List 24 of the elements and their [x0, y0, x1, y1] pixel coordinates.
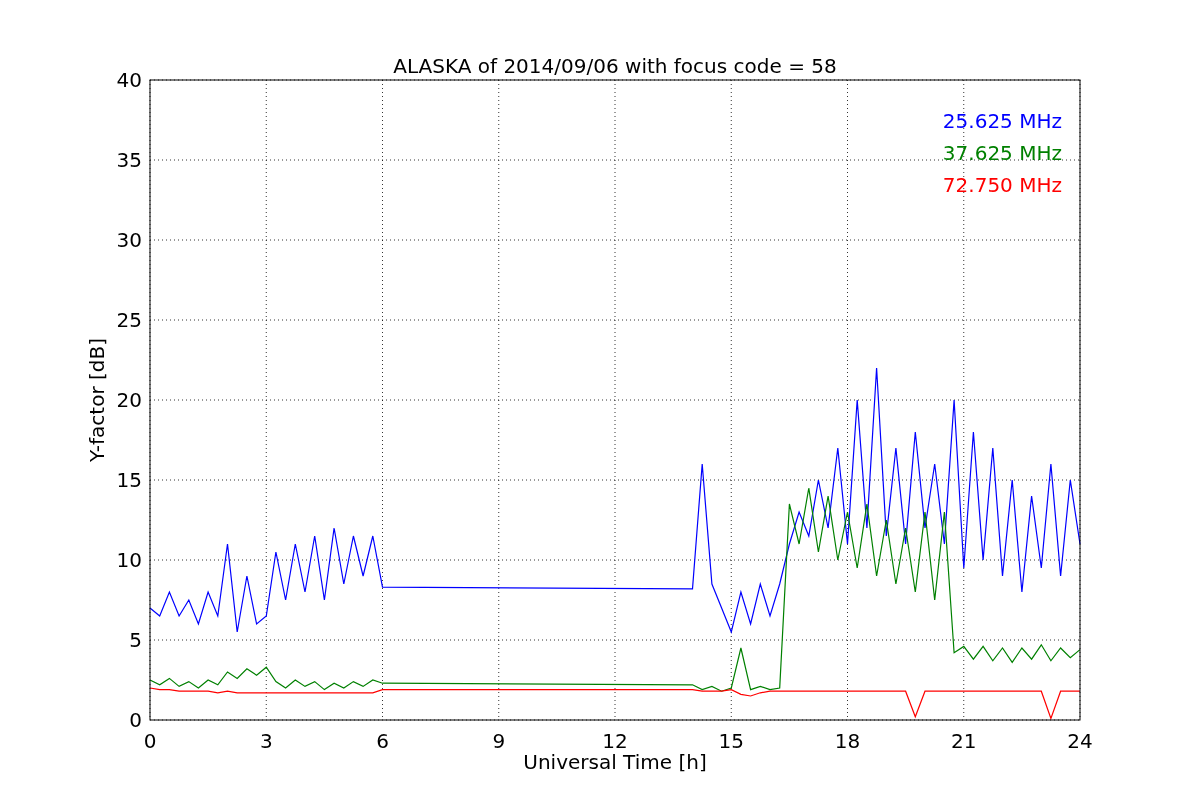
x-tick-label: 6	[376, 729, 389, 753]
legend-label: 25.625 MHz	[942, 109, 1062, 133]
y-tick-label: 20	[116, 388, 142, 412]
y-tick-label: 25	[116, 308, 142, 332]
y-tick-label: 35	[116, 148, 142, 172]
y-tick-label: 10	[116, 548, 142, 572]
x-tick-label: 18	[834, 729, 861, 753]
y-tick-label: 0	[129, 708, 142, 732]
chart-title: ALASKA of 2014/09/06 with focus code = 58	[393, 54, 837, 78]
x-tick-label: 24	[1067, 729, 1093, 753]
x-tick-label: 12	[602, 729, 628, 753]
y-axis-label: Y-factor [dB]	[85, 338, 109, 462]
x-axis-label: Universal Time [h]	[523, 750, 707, 774]
x-tick-label: 9	[492, 729, 506, 753]
y-tick-label: 30	[116, 228, 142, 252]
y-tick-label: 15	[116, 468, 142, 492]
x-tick-label: 21	[951, 729, 977, 753]
legend-label: 37.625 MHz	[942, 141, 1062, 165]
x-tick-label: 3	[259, 729, 273, 753]
y-tick-label: 40	[116, 68, 142, 92]
x-tick-label: 0	[143, 729, 157, 753]
legend-label: 72.750 MHz	[942, 173, 1062, 197]
y-tick-label: 5	[129, 628, 142, 652]
x-tick-label: 15	[718, 729, 744, 753]
